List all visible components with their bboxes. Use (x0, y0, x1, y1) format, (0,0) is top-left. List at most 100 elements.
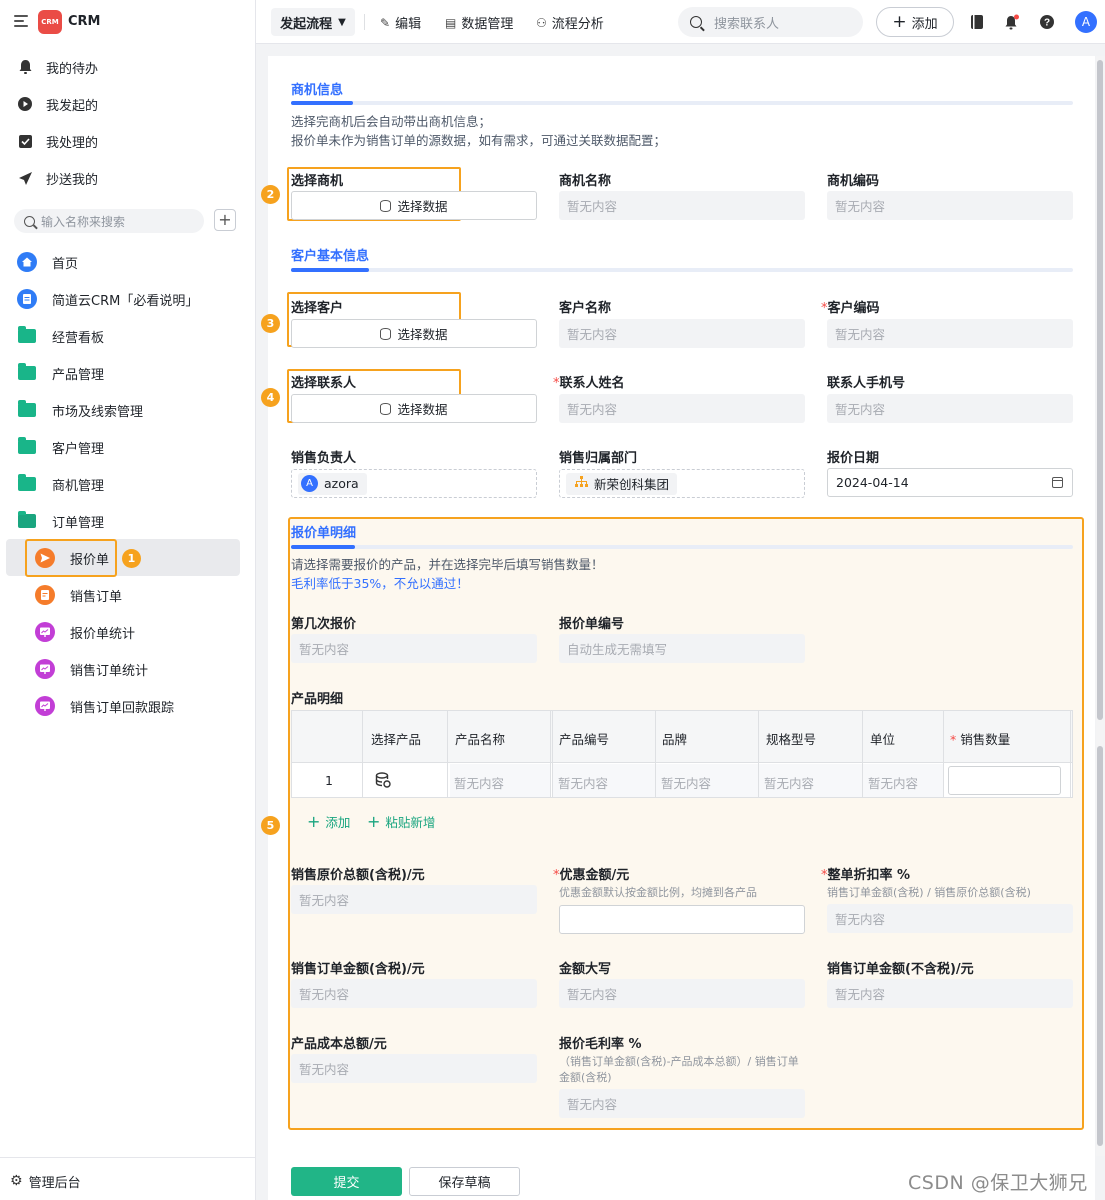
table-icon: ▤ (445, 15, 457, 30)
add-row-button[interactable]: + 添加 (307, 812, 350, 831)
edit-button[interactable]: ✎ 编辑 (380, 13, 422, 33)
quantity-input[interactable] (948, 766, 1061, 795)
field-label-opportunity-name: 商机名称 (559, 174, 612, 189)
sidebar-item-order-stats[interactable]: 销售订单统计 (34, 657, 148, 681)
search-icon (24, 215, 35, 227)
home-icon (16, 251, 38, 273)
discount-input[interactable] (559, 905, 805, 934)
field-label-discount-rate: *整单折扣率 % (821, 868, 911, 883)
section-title-customer: 客户基本信息 (291, 249, 370, 264)
field-label-quote-round: 第几次报价 (291, 617, 357, 632)
customer-code-field: 暂无内容 (827, 319, 1073, 348)
select-product-icon[interactable] (375, 772, 391, 792)
save-draft-button[interactable]: 保存草稿 (409, 1167, 520, 1196)
edit-label: 编辑 (395, 17, 422, 32)
margin-hint-line1: （销售订单金额(含税)-产品成本总额）/ 销售订单 (559, 1055, 799, 1068)
chart-icon (34, 658, 56, 680)
owner-name: azora (324, 476, 359, 491)
sidebar-item-marketing[interactable]: 市场及线索管理 (16, 398, 143, 422)
sidebar-item-guide[interactable]: 简道云CRM「必看说明」 (16, 287, 198, 311)
table-cell: 暂无内容 (868, 776, 919, 791)
quick-item-handled[interactable]: 我处理的 (16, 130, 98, 152)
sidebar-item-quotation[interactable]: 报价单 (34, 546, 109, 570)
sidebar-item-dashboard[interactable]: 经营看板 (16, 324, 104, 348)
start-flow-label: 发起流程 (280, 16, 333, 32)
section-desc: 请选择需要报价的产品，并在选择完毕后填写销售数量！ (291, 557, 604, 572)
notification-bell-icon[interactable] (1003, 13, 1021, 31)
product-table: 选择产品 产品名称 产品编号 品牌 规格型号 单位 * 销售数量 1 暂无内容 … (291, 710, 1073, 798)
annotation-badge-4: 4 (261, 388, 280, 407)
sidebar-item-home[interactable]: 首页 (16, 250, 78, 274)
pencil-icon: ✎ (380, 15, 391, 30)
sidebar-item-label: 销售订单 (70, 589, 123, 605)
flow-analysis-button[interactable]: ⚇ 流程分析 (536, 13, 604, 33)
select-customer-button[interactable]: 选择数据 (291, 319, 537, 348)
org-chart-icon (575, 476, 588, 491)
section-desc: 报价单未作为销售订单的源数据，如有需求，可通过关联数据配置； (291, 133, 667, 148)
select-contact-button[interactable]: 选择数据 (291, 394, 537, 423)
sidebar-search-input[interactable]: 输入名称来搜索 (14, 209, 204, 233)
quick-item-todo[interactable]: 我的待办 (16, 56, 98, 78)
paste-add-button[interactable]: + 粘贴新增 (367, 812, 435, 831)
send-icon (16, 169, 34, 187)
data-manage-button[interactable]: ▤ 数据管理 (445, 13, 513, 33)
sidebar-item-quotation-stats[interactable]: 报价单统计 (34, 620, 135, 644)
sidebar-item-label: 客户管理 (52, 441, 105, 457)
sidebar-add-button[interactable]: + (214, 209, 236, 231)
opportunity-name-field: 暂无内容 (559, 191, 805, 220)
contact-search-input[interactable]: 搜索联系人 (678, 7, 863, 37)
sidebar-item-customers[interactable]: 客户管理 (16, 435, 104, 459)
database-icon (380, 199, 392, 212)
quick-item-cc[interactable]: 抄送我的 (16, 167, 98, 189)
sidebar-item-orders[interactable]: 订单管理 (16, 509, 104, 533)
avatar: A (301, 475, 318, 492)
database-icon (380, 402, 392, 415)
section-desc: 选择完商机后会自动带出商机信息； (291, 114, 492, 129)
quote-date-input[interactable]: 2024-04-14 (827, 468, 1073, 497)
admin-link[interactable]: ⚙ 管理后台 (10, 1170, 81, 1192)
topbar: 发起流程 ▼ ✎ 编辑 ▤ 数据管理 ⚇ 流程分析 搜索联系人 + 添加 ? A (256, 0, 1105, 44)
table-cell: 暂无内容 (661, 776, 712, 791)
select-opportunity-button[interactable]: 选择数据 (291, 191, 537, 220)
sidebar-item-payment-tracking[interactable]: 销售订单回款跟踪 (34, 694, 174, 718)
annotation-badge-3: 3 (261, 314, 280, 333)
column-header: 产品编号 (559, 732, 610, 747)
book-icon[interactable] (968, 13, 986, 31)
hamburger-menu-icon[interactable] (14, 15, 28, 27)
opportunity-code-field: 暂无内容 (827, 191, 1073, 220)
department-field[interactable]: 新荣创科集团 (559, 469, 805, 498)
user-avatar[interactable]: A (1075, 11, 1097, 33)
folder-icon (16, 436, 38, 458)
margin-rate-field: 暂无内容 (559, 1089, 805, 1118)
field-label-sales-owner: 销售负责人 (291, 451, 357, 466)
quick-item-label: 我的待办 (46, 61, 99, 77)
check-box-icon (16, 132, 34, 150)
org-chart-icon: ⚇ (536, 15, 547, 30)
bell-icon (16, 58, 34, 76)
sidebar-item-sales-order[interactable]: 销售订单 (34, 583, 122, 607)
quick-item-label: 抄送我的 (46, 172, 99, 188)
order-amount-ex-tax-field: 暂无内容 (827, 979, 1073, 1008)
column-header: 产品名称 (455, 732, 506, 747)
department-chip: 新荣创科集团 (566, 472, 678, 495)
sidebar-item-opportunities[interactable]: 商机管理 (16, 472, 104, 496)
column-header: * 销售数量 (950, 732, 1011, 747)
quick-item-initiated[interactable]: 我发起的 (16, 93, 98, 115)
table-cell: 暂无内容 (558, 776, 609, 791)
discount-hint: 优惠金额默认按金额比例，均摊到各产品 (559, 886, 757, 899)
help-icon[interactable]: ? (1038, 13, 1056, 31)
annotation-badge-2: 2 (261, 185, 280, 204)
field-label-customer-name: 客户名称 (559, 301, 612, 316)
sidebar: CRM CRM 我的待办 我发起的 我处理的 抄送我的 输入名称来搜索 + 首页 (0, 0, 256, 1200)
order-amount-field: 暂无内容 (291, 979, 537, 1008)
field-label-amount-capital: 金额大写 (559, 962, 612, 977)
start-flow-dropdown[interactable]: 发起流程 ▼ (271, 8, 355, 36)
contact-search-placeholder: 搜索联系人 (714, 16, 780, 32)
sales-owner-field[interactable]: A azora (291, 469, 537, 498)
add-button[interactable]: + 添加 (876, 7, 954, 37)
sidebar-item-products[interactable]: 产品管理 (16, 361, 104, 385)
field-label-order-amount: 销售订单金额(含税)/元 (291, 962, 425, 977)
select-data-label: 选择数据 (397, 327, 448, 342)
scrollbar[interactable] (1096, 56, 1105, 1156)
submit-button[interactable]: 提交 (291, 1167, 402, 1196)
